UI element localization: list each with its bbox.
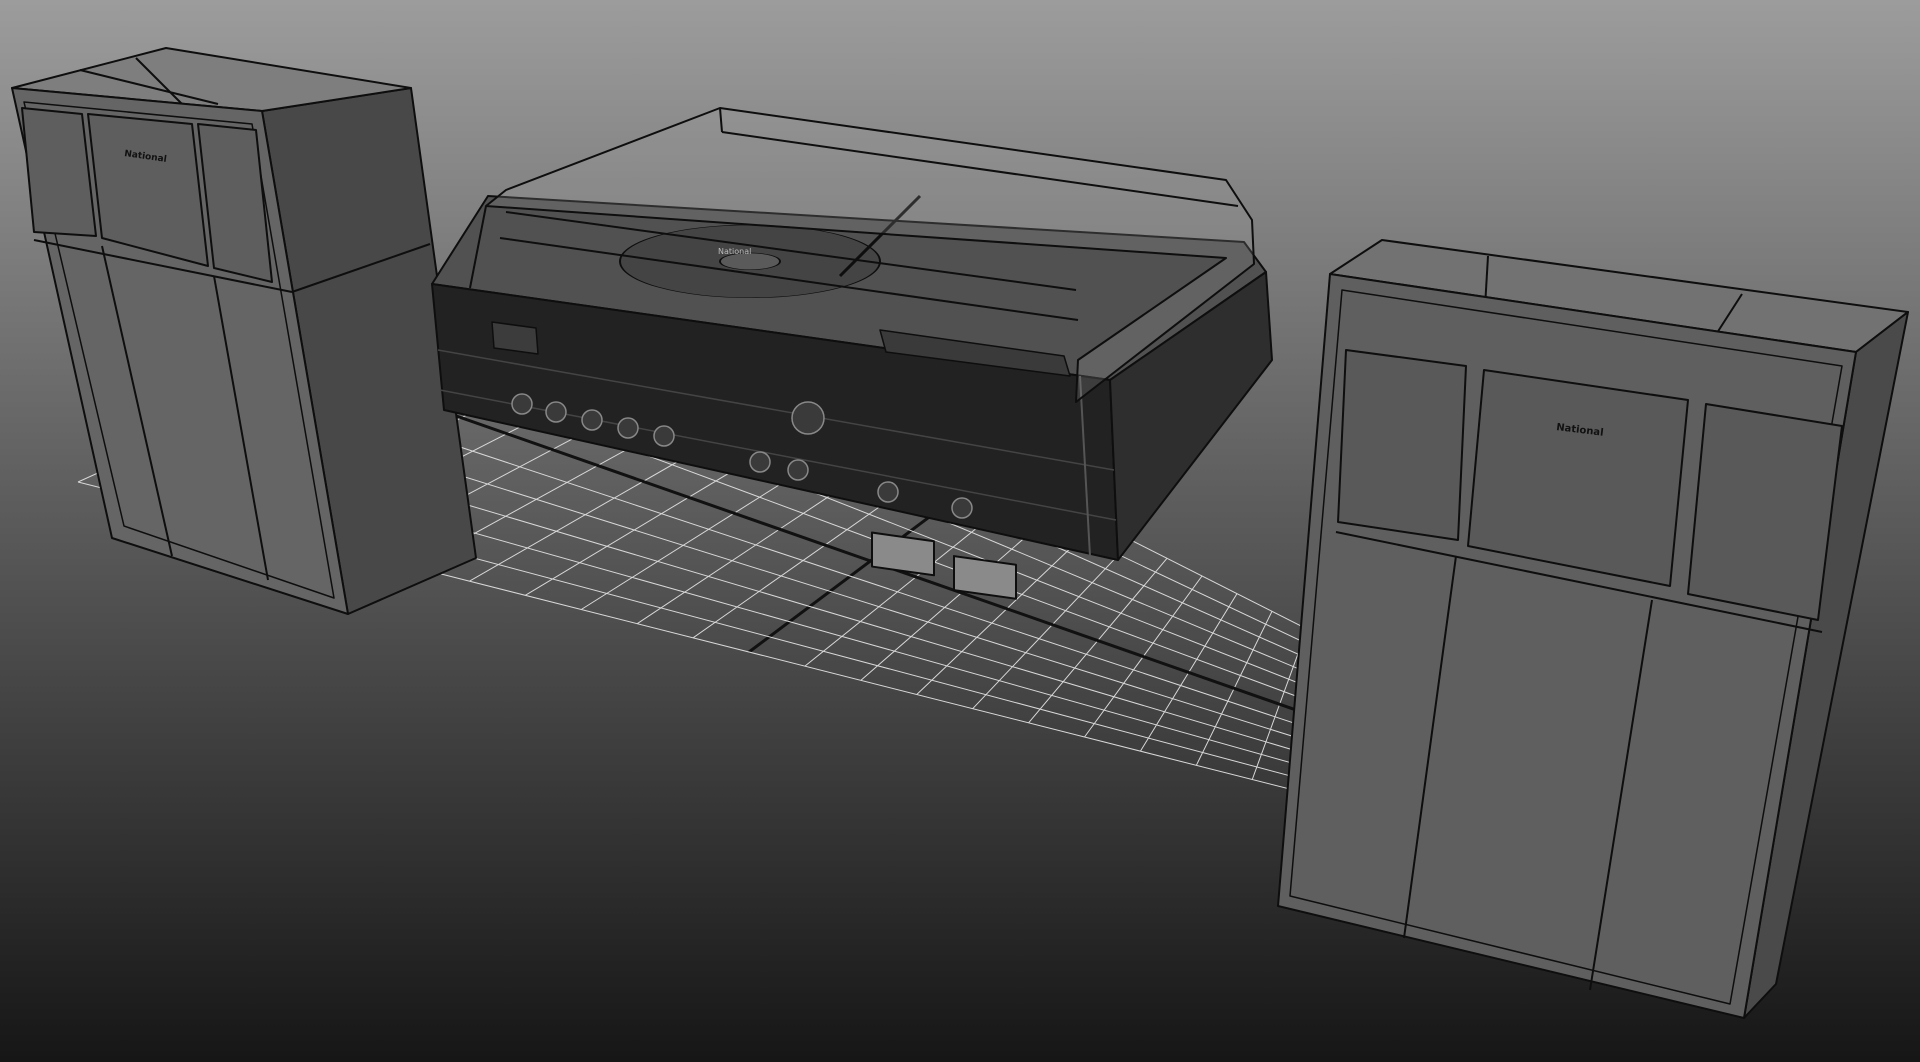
knob <box>511 393 533 415</box>
knob <box>749 451 771 473</box>
knob <box>653 425 675 447</box>
3d-viewport[interactable]: National National National <box>0 0 1920 1062</box>
knob <box>617 417 639 439</box>
knob <box>877 481 899 503</box>
knob <box>951 497 973 519</box>
knob <box>545 401 567 423</box>
vu-meter-left <box>871 531 935 577</box>
vu-meter-right <box>953 555 1017 600</box>
viewport-canvas[interactable]: National National National <box>0 0 1920 1062</box>
speaker-right-upper-panel <box>1337 349 1467 541</box>
console-label-plate <box>491 321 539 355</box>
console-badge: National <box>718 247 751 256</box>
knob <box>791 401 825 435</box>
speaker-right-upper-panel <box>1687 403 1843 621</box>
knob <box>581 409 603 431</box>
knob <box>787 459 809 481</box>
